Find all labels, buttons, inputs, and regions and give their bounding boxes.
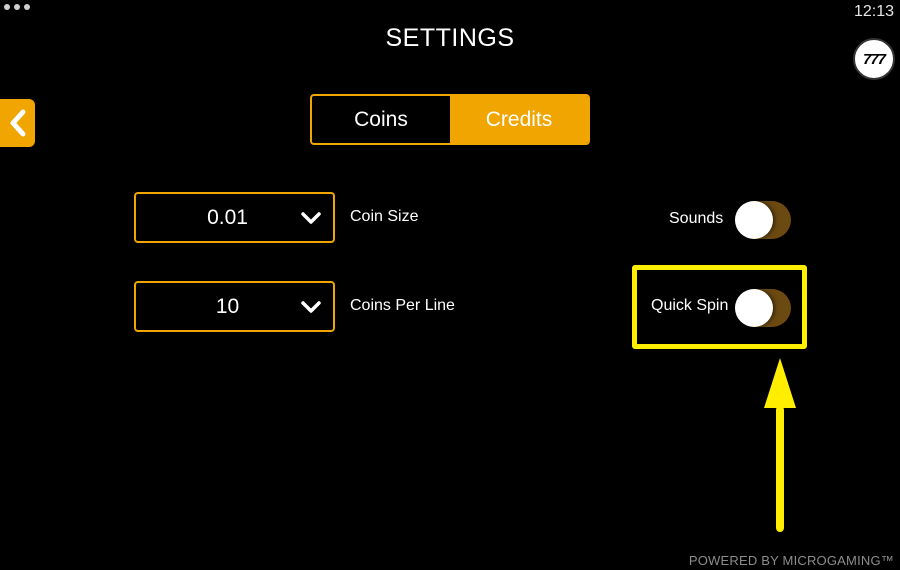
tab-coins[interactable]: Coins [312,96,450,143]
coin-size-label: Coin Size [350,208,419,225]
tab-credits[interactable]: Credits [450,96,588,143]
arrow-up-icon [764,358,796,532]
status-dots [4,4,30,10]
toggle-knob [735,201,773,239]
coins-per-line-value: 10 [215,294,240,318]
status-dot [24,4,30,10]
sounds-label: Sounds [669,210,724,227]
quick-spin-label: Quick Spin [651,297,729,314]
status-time: 12:13 [853,3,894,20]
toggle-knob [735,289,773,327]
sounds-toggle[interactable] [735,201,791,239]
back-button[interactable] [0,99,35,147]
coin-size-value: 0.01 [207,205,248,229]
status-dot [4,4,10,10]
footer-credit: POWERED BY MICROGAMING™ [688,553,894,568]
coin-size-dropdown[interactable]: 0.01 [134,192,335,243]
chevron-left-icon [10,109,25,137]
game-logo: 777 [853,38,895,80]
chevron-down-icon [289,211,333,225]
page-title: SETTINGS [385,24,515,52]
status-dot [14,4,20,10]
quick-spin-toggle[interactable] [735,289,791,327]
mode-toggle: Coins Credits [310,94,590,145]
coins-per-line-label: Coins Per Line [350,297,455,314]
chevron-down-icon [289,300,333,314]
coins-per-line-dropdown[interactable]: 10 [134,281,335,332]
